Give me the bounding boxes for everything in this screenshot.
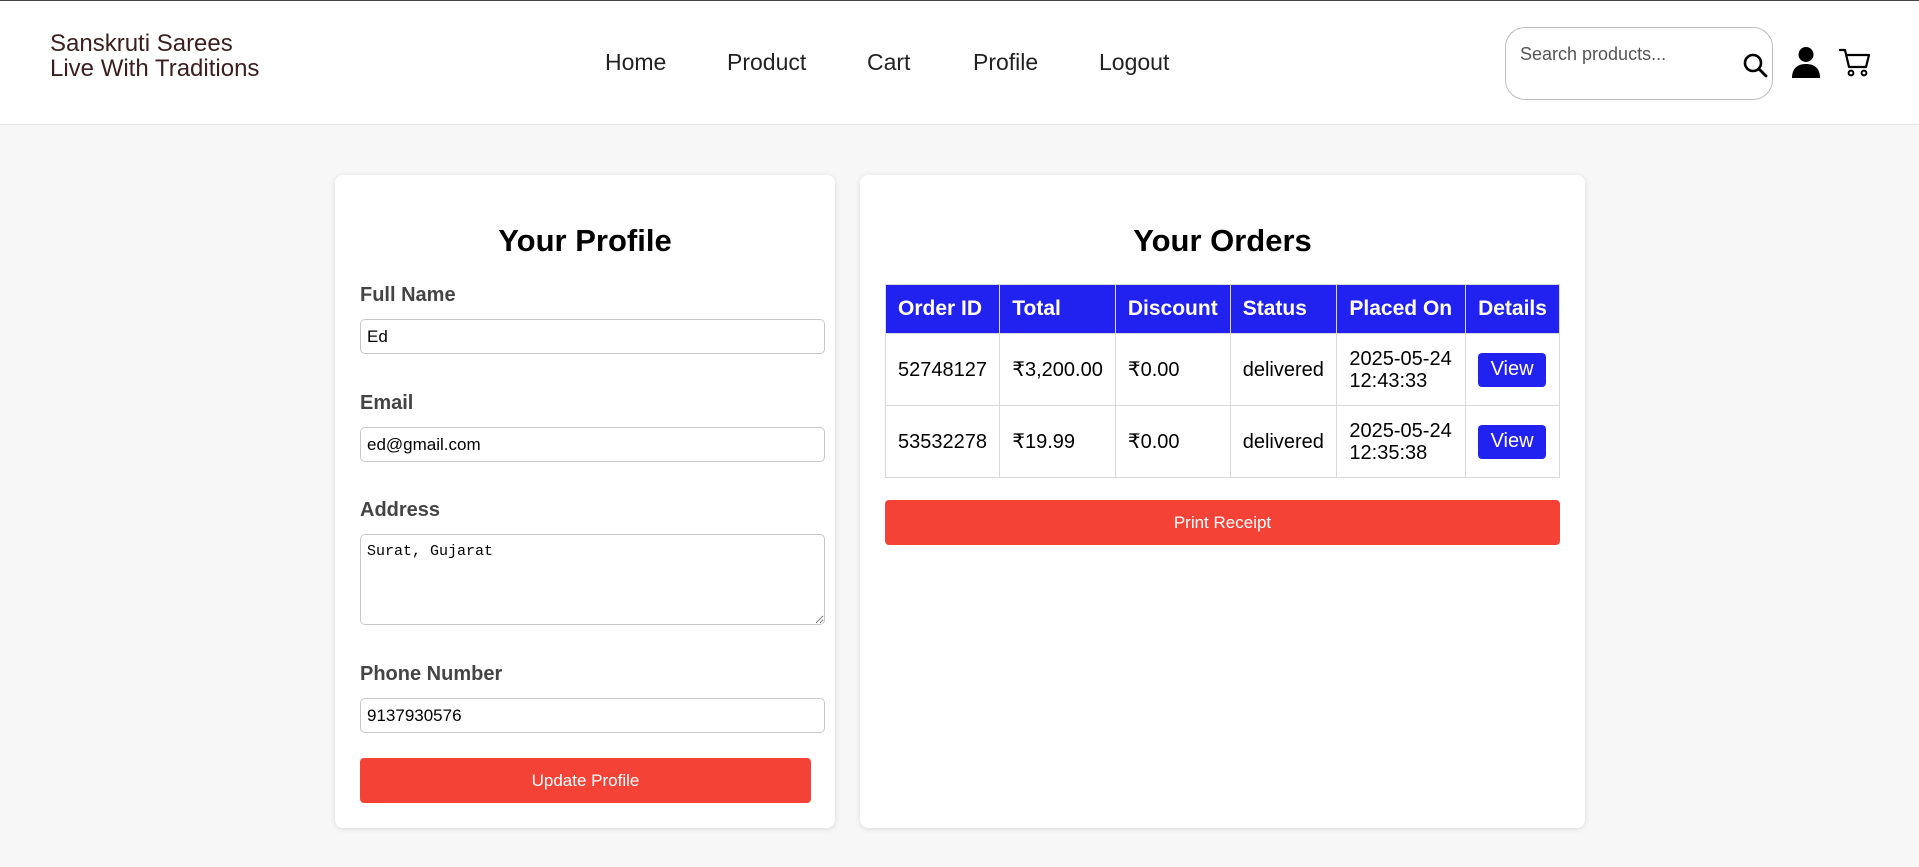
table-header-row: Order ID Total Discount Status Placed On… xyxy=(884,284,1560,334)
profile-title: Your Profile xyxy=(498,223,672,258)
nav-logout-link[interactable]: Logout xyxy=(1099,49,1169,76)
status-cell: delivered xyxy=(1229,333,1338,406)
column-header: Details xyxy=(1465,284,1560,334)
nav-product-link[interactable]: Product xyxy=(727,49,806,76)
search-input[interactable] xyxy=(1520,42,1720,66)
cart-icon[interactable] xyxy=(1839,47,1871,77)
user-icon[interactable] xyxy=(1791,46,1821,78)
placed-date: 2025-05-24 xyxy=(1349,419,1452,442)
full-name-field[interactable] xyxy=(360,319,825,354)
orders-table: Order ID Total Discount Status Placed On… xyxy=(884,284,1560,478)
address-field[interactable]: Surat, Gujarat xyxy=(360,534,825,625)
nav-home-link[interactable]: Home xyxy=(605,49,666,76)
full-name-label: Full Name xyxy=(360,284,456,306)
search-box xyxy=(1505,27,1773,100)
order-id-cell: 52748127 xyxy=(884,333,1001,406)
address-label: Address xyxy=(360,499,441,521)
details-cell: View xyxy=(1465,405,1560,478)
email-label: Email xyxy=(360,392,414,414)
table-row: 53532278 ₹19.99 ₹0.00 delivered 2025-05-… xyxy=(884,405,1560,478)
placed-on-cell: 2025-05-24 12:43:33 xyxy=(1336,333,1467,406)
site-header: Sanskruti Sarees Live With Traditions Ho… xyxy=(0,0,1919,125)
phone-label: Phone Number xyxy=(360,663,503,685)
orders-title: Your Orders xyxy=(1133,223,1312,258)
table-row: 52748127 ₹3,200.00 ₹0.00 delivered 2025-… xyxy=(884,333,1560,406)
column-header: Total xyxy=(999,284,1116,334)
total-cell: ₹3,200.00 xyxy=(999,333,1116,406)
nav-cart-link[interactable]: Cart xyxy=(867,49,910,76)
discount-cell: ₹0.00 xyxy=(1114,333,1231,406)
discount-cell: ₹0.00 xyxy=(1114,405,1231,478)
email-field[interactable] xyxy=(360,427,825,462)
details-cell: View xyxy=(1465,333,1560,406)
profile-card: Your Profile Full Name Email Address Sur… xyxy=(335,175,835,828)
placed-time: 12:35:38 xyxy=(1349,441,1428,464)
column-header: Discount xyxy=(1114,284,1231,334)
phone-field[interactable] xyxy=(360,698,825,733)
placed-time: 12:43:33 xyxy=(1349,369,1428,392)
status-cell: delivered xyxy=(1229,405,1338,478)
nav-profile-link[interactable]: Profile xyxy=(973,49,1038,76)
placed-on-cell: 2025-05-24 12:35:38 xyxy=(1336,405,1467,478)
view-order-button[interactable]: View xyxy=(1478,424,1547,459)
column-header: Order ID xyxy=(884,284,1001,334)
order-id-cell: 53532278 xyxy=(884,405,1001,478)
placed-date: 2025-05-24 xyxy=(1349,347,1452,370)
update-profile-button[interactable]: Update Profile xyxy=(360,758,811,803)
column-header: Placed On xyxy=(1336,284,1467,334)
view-order-button[interactable]: View xyxy=(1478,352,1547,387)
print-receipt-button[interactable]: Print Receipt xyxy=(885,500,1560,545)
search-icon[interactable] xyxy=(1742,52,1768,78)
column-header: Status xyxy=(1229,284,1338,334)
total-cell: ₹19.99 xyxy=(999,405,1116,478)
orders-card: Your Orders Order ID Total Discount Stat… xyxy=(860,175,1585,828)
